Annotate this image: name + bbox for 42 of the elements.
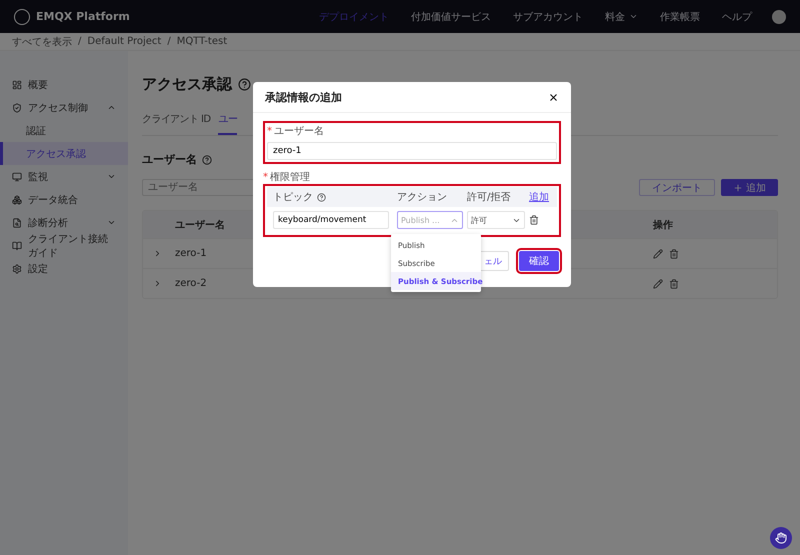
- sidebar-item[interactable]: データ統合: [0, 188, 128, 211]
- column-header: アクション: [397, 191, 448, 204]
- breadcrumb-separator: /: [167, 36, 171, 47]
- sidebar-item[interactable]: クライアント接続ガイド: [0, 234, 128, 257]
- nav-link[interactable]: 料金: [605, 10, 638, 24]
- sidebar-item[interactable]: アクセス制御: [0, 96, 128, 119]
- add-button[interactable]: 追加: [721, 179, 778, 196]
- dialog-title: 承認情報の追加: [265, 90, 342, 104]
- nav-link[interactable]: 付加価値サービス: [411, 10, 491, 24]
- table-cell: zero-2: [175, 278, 207, 289]
- permission-select[interactable]: 許可: [467, 211, 525, 229]
- table-cell: zero-1: [175, 248, 207, 259]
- page-title: アクセス承認: [142, 75, 232, 94]
- column-header: 操作: [653, 218, 673, 232]
- sidebar-item[interactable]: 設定: [0, 257, 128, 280]
- nav-link[interactable]: 作業帳票: [660, 10, 700, 24]
- topic-field[interactable]: keyboard/movement: [273, 211, 389, 229]
- add-link[interactable]: 追加: [529, 192, 549, 203]
- confirm-button[interactable]: 確認: [519, 251, 559, 271]
- sidebar-item[interactable]: 診断分析: [0, 211, 128, 234]
- sidebar-item[interactable]: 監視: [0, 165, 128, 188]
- action-select[interactable]: Publish ...: [397, 211, 463, 229]
- import-button[interactable]: インポート: [639, 179, 715, 196]
- column-header: トピック: [273, 191, 313, 204]
- brand-name: EMQX Platform: [36, 10, 131, 23]
- tab[interactable]: クライアント ID: [142, 106, 210, 135]
- sidebar-item[interactable]: アクセス承認: [0, 142, 128, 165]
- breadcrumb-link[interactable]: MQTT-test: [176, 36, 228, 47]
- column-header: 許可/拒否: [467, 190, 512, 204]
- nav-link[interactable]: ヘルプ: [722, 10, 752, 24]
- section-title: ユーザー名: [142, 152, 197, 167]
- username-field[interactable]: zero-1: [267, 142, 557, 160]
- tab[interactable]: ユー: [218, 106, 238, 135]
- breadcrumb-link[interactable]: Default Project: [87, 36, 162, 47]
- sidebar-item[interactable]: 概要: [0, 73, 128, 96]
- field-label: * ユーザー名: [267, 125, 325, 138]
- breadcrumb-separator: /: [78, 36, 82, 47]
- nav-link[interactable]: サブアカウント: [513, 10, 583, 24]
- field-label: * 権限管理: [263, 170, 311, 184]
- breadcrumb-link[interactable]: すべてを表示: [12, 34, 72, 48]
- column-header: ユーザー名: [175, 218, 225, 232]
- sidebar-item[interactable]: 認証: [0, 119, 128, 142]
